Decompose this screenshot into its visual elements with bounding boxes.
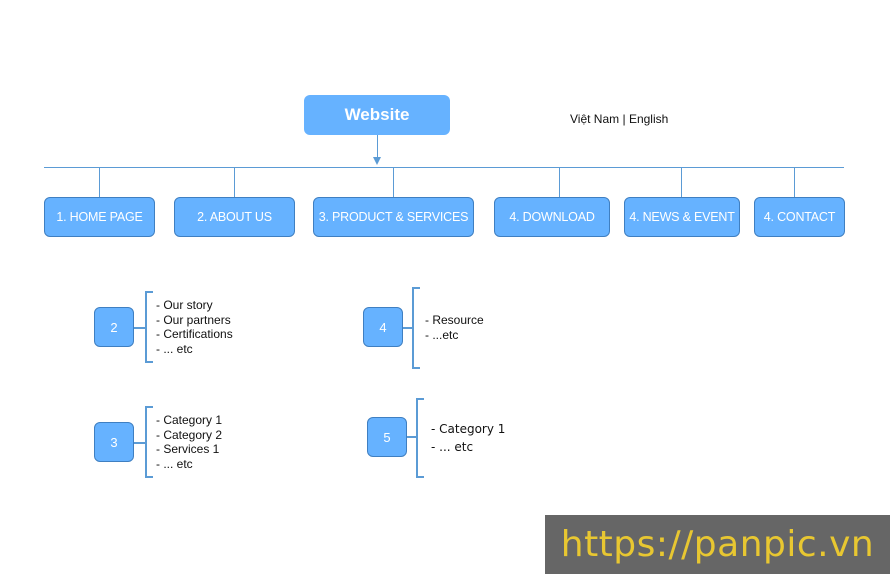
detail-number: 3 bbox=[110, 434, 118, 450]
nav-node-about-us[interactable]: 2. ABOUT US bbox=[174, 197, 295, 237]
list-item: - Services 1 bbox=[156, 442, 220, 456]
list-item: - Resource bbox=[425, 313, 484, 327]
detail-connector-3 bbox=[134, 442, 145, 444]
root-connector-line bbox=[377, 135, 378, 159]
detail-list-4: - Resource - ...etc bbox=[425, 313, 484, 342]
detail-number: 4 bbox=[379, 319, 387, 335]
drop-line-about bbox=[234, 167, 235, 197]
watermark-banner: https://panpic.vn bbox=[545, 515, 890, 574]
nav-node-download[interactable]: 4. DOWNLOAD bbox=[494, 197, 610, 237]
bracket-2 bbox=[145, 291, 153, 363]
nav-node-label: 4. DOWNLOAD bbox=[509, 210, 595, 224]
bracket-5 bbox=[416, 398, 424, 478]
detail-number-box-4[interactable]: 4 bbox=[363, 307, 403, 347]
detail-list-2: - Our story - Our partners - Certificati… bbox=[156, 298, 233, 356]
nav-node-contact[interactable]: 4. CONTACT bbox=[754, 197, 845, 237]
list-item: - ... etc bbox=[156, 456, 193, 471]
drop-line-download bbox=[559, 167, 560, 197]
horizontal-bus-line bbox=[44, 167, 844, 168]
detail-list-5: - Category 1 - ... etc bbox=[431, 420, 505, 456]
list-item: - Certifications bbox=[156, 327, 233, 341]
language-vietnamese-link[interactable]: Việt Nam bbox=[570, 112, 619, 126]
detail-number: 2 bbox=[110, 319, 118, 335]
language-switch: Việt Nam | English bbox=[570, 112, 668, 126]
drop-line-product bbox=[393, 167, 394, 197]
drop-line-news bbox=[681, 167, 682, 197]
nav-node-label: 2. ABOUT US bbox=[197, 210, 272, 224]
bracket-3 bbox=[145, 406, 153, 478]
language-separator: | bbox=[619, 112, 629, 126]
nav-node-label: 4. CONTACT bbox=[763, 210, 836, 224]
nav-node-home-page[interactable]: 1. HOME PAGE bbox=[44, 197, 155, 237]
drop-line-contact bbox=[794, 167, 795, 197]
list-item: - Category 2 bbox=[156, 427, 223, 442]
list-item: - ... etc bbox=[431, 440, 474, 454]
bracket-4 bbox=[412, 287, 420, 369]
arrow-down-icon bbox=[373, 157, 381, 165]
detail-connector-2 bbox=[134, 327, 145, 329]
root-node-website[interactable]: Website bbox=[304, 95, 450, 135]
list-item: - ...etc bbox=[425, 327, 459, 342]
nav-node-product-services[interactable]: 3. PRODUCT & SERVICES bbox=[313, 197, 474, 237]
nav-node-label: 3. PRODUCT & SERVICES bbox=[318, 210, 469, 224]
detail-list-3: - Category 1 - Category 2 - Services 1 -… bbox=[156, 413, 222, 471]
list-item: - Our partners bbox=[156, 312, 231, 327]
detail-number: 5 bbox=[383, 429, 391, 445]
root-node-label: Website bbox=[344, 105, 410, 124]
detail-number-box-3[interactable]: 3 bbox=[94, 422, 134, 462]
nav-node-news-event[interactable]: 4. NEWS & EVENT bbox=[624, 197, 740, 237]
list-item: - ... etc bbox=[156, 341, 193, 356]
detail-number-box-2[interactable]: 2 bbox=[94, 307, 134, 347]
watermark-text: https://panpic.vn bbox=[560, 524, 875, 565]
detail-number-box-5[interactable]: 5 bbox=[367, 417, 407, 457]
language-english-link[interactable]: English bbox=[629, 112, 668, 126]
drop-line-home bbox=[99, 167, 100, 197]
nav-node-label: 1. HOME PAGE bbox=[56, 210, 143, 224]
list-item: - Category 1 bbox=[431, 422, 506, 436]
list-item: - Our story bbox=[156, 298, 213, 312]
list-item: - Category 1 bbox=[156, 413, 223, 427]
nav-node-label: 4. NEWS & EVENT bbox=[629, 210, 735, 224]
